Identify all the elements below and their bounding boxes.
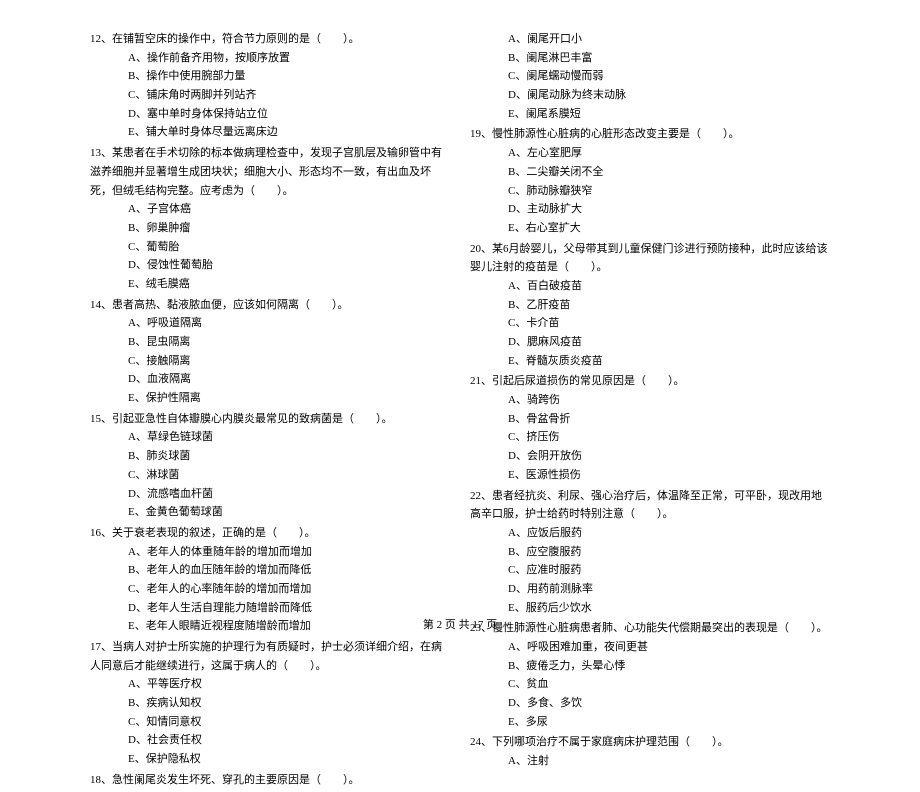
option-e: E、金黄色葡萄球菌 [90,503,450,522]
question-20: 20、某6月龄婴儿，父母带其到儿童保健门诊进行预防接种，此时应该给该婴儿注射的疫… [470,240,830,371]
option-c: C、卡介苗 [470,314,830,333]
question-title: 22、患者经抗炎、利尿、强心治疗后，体温降至正常，可平卧，现改用地高辛口服，护士… [470,487,830,524]
option-e: E、铺大单时身体尽量远离床边 [90,123,450,142]
option-d: D、塞中单时身体保持站立位 [90,105,450,124]
option-a: A、老年人的体重随年龄的增加而增加 [90,543,450,562]
option-d: D、流感嗜血杆菌 [90,485,450,504]
option-b: B、骨盆骨折 [470,410,830,429]
option-b: B、二尖瓣关闭不全 [470,163,830,182]
question-24: 24、下列哪项治疗不属于家庭病床护理范围（ ）。 A、注射 [470,733,830,770]
question-title: 20、某6月龄婴儿，父母带其到儿童保健门诊进行预防接种，此时应该给该婴儿注射的疫… [470,240,830,277]
option-c: C、老年人的心率随年龄的增加而增加 [90,580,450,599]
option-e: E、绒毛膜癌 [90,275,450,294]
question-title: 21、引起后尿道损伤的常见原因是（ ）。 [470,372,830,391]
option-e: E、保护隐私权 [90,750,450,769]
question-15: 15、引起亚急性自体瓣膜心内膜炎最常见的致病菌是（ ）。 A、草绿色链球菌 B、… [90,410,450,522]
option-d: D、腮麻风疫苗 [470,333,830,352]
question-21: 21、引起后尿道损伤的常见原因是（ ）。 A、骑跨伤 B、骨盆骨折 C、挤压伤 … [470,372,830,484]
option-e: E、多尿 [470,713,830,732]
page-container: 12、在铺暂空床的操作中，符合节力原则的是（ ）。 A、操作前备齐用物，按顺序放… [0,0,920,792]
option-c: C、铺床角时两脚并列站齐 [90,86,450,105]
option-a: A、草绿色链球菌 [90,428,450,447]
option-d: D、主动脉扩大 [470,200,830,219]
option-a: A、骑跨伤 [470,391,830,410]
option-c: C、肺动脉瓣狭窄 [470,182,830,201]
option-a: A、左心室肥厚 [470,144,830,163]
option-b: B、疲倦乏力，头晕心悸 [470,657,830,676]
option-c: C、阑尾蠕动慢而弱 [470,67,830,86]
option-b: B、乙肝疫苗 [470,296,830,315]
option-a: A、呼吸道隔离 [90,314,450,333]
option-d: D、阑尾动脉为终末动脉 [470,86,830,105]
option-e: E、阑尾系膜短 [470,105,830,124]
question-19: 19、慢性肺源性心脏病的心脏形态改变主要是（ ）。 A、左心室肥厚 B、二尖瓣关… [470,125,830,237]
question-23: 23、慢性肺源性心脏病患者肺、心功能失代偿期最突出的表现是（ ）。 A、呼吸困难… [470,619,830,731]
option-a: A、注射 [470,752,830,771]
question-title: 19、慢性肺源性心脏病的心脏形态改变主要是（ ）。 [470,125,830,144]
question-title: 13、某患者在手术切除的标本做病理检查中，发现子宫肌层及输卵管中有滋养细胞并显著… [90,144,450,200]
option-b: B、阑尾淋巴丰富 [470,49,830,68]
page-footer: 第 2 页 共 17 页 [0,616,920,632]
option-c: C、挤压伤 [470,428,830,447]
option-c: C、葡萄胎 [90,238,450,257]
option-d: D、血液隔离 [90,370,450,389]
option-d: D、老年人生活自理能力随增龄而降低 [90,599,450,618]
option-c: C、贫血 [470,675,830,694]
option-e: E、脊髓灰质炎疫苗 [470,352,830,371]
question-title: 17、当病人对护士所实施的护理行为有质疑时，护士必须详细介绍，在病人同意后才能继… [90,638,450,675]
option-a: A、应饭后服药 [470,524,830,543]
question-14: 14、患者高热、黏液脓血便，应该如何隔离（ ）。 A、呼吸道隔离 B、昆虫隔离 … [90,296,450,408]
option-c: C、接触隔离 [90,352,450,371]
option-a: A、子宫体癌 [90,200,450,219]
question-22: 22、患者经抗炎、利尿、强心治疗后，体温降至正常，可平卧，现改用地高辛口服，护士… [470,487,830,618]
option-b: B、昆虫隔离 [90,333,450,352]
option-b: B、老年人的血压随年龄的增加而降低 [90,561,450,580]
option-d: D、用药前测脉率 [470,580,830,599]
option-d: D、多食、多饮 [470,694,830,713]
option-e: E、右心室扩大 [470,219,830,238]
option-b: B、疾病认知权 [90,694,450,713]
option-c: C、应准时服药 [470,561,830,580]
option-e: E、医源性损伤 [470,466,830,485]
option-b: B、应空腹服药 [470,543,830,562]
right-column: A、阑尾开口小 B、阑尾淋巴丰富 C、阑尾蠕动慢而弱 D、阑尾动脉为终末动脉 E… [470,30,830,792]
option-b: B、卵巢肿瘤 [90,219,450,238]
option-c: C、知情同意权 [90,713,450,732]
question-13: 13、某患者在手术切除的标本做病理检查中，发现子宫肌层及输卵管中有滋养细胞并显著… [90,144,450,294]
question-12: 12、在铺暂空床的操作中，符合节力原则的是（ ）。 A、操作前备齐用物，按顺序放… [90,30,450,142]
question-title: 16、关于衰老表现的叙述，正确的是（ ）。 [90,524,450,543]
option-a: A、百白破疫苗 [470,277,830,296]
question-title: 15、引起亚急性自体瓣膜心内膜炎最常见的致病菌是（ ）。 [90,410,450,429]
option-e: E、服药后少饮水 [470,599,830,618]
question-17: 17、当病人对护士所实施的护理行为有质疑时，护士必须详细介绍，在病人同意后才能继… [90,638,450,769]
question-title: 12、在铺暂空床的操作中，符合节力原则的是（ ）。 [90,30,450,49]
option-e: E、保护性隔离 [90,389,450,408]
option-b: B、操作中使用腕部力量 [90,67,450,86]
option-d: D、会阴开放伤 [470,447,830,466]
question-title: 18、急性阑尾炎发生坏死、穿孔的主要原因是（ ）。 [90,771,450,790]
option-c: C、淋球菌 [90,466,450,485]
option-a: A、平等医疗权 [90,675,450,694]
question-title: 14、患者高热、黏液脓血便，应该如何隔离（ ）。 [90,296,450,315]
option-a: A、操作前备齐用物，按顺序放置 [90,49,450,68]
option-a: A、阑尾开口小 [470,30,830,49]
question-title: 24、下列哪项治疗不属于家庭病床护理范围（ ）。 [470,733,830,752]
option-b: B、肺炎球菌 [90,447,450,466]
question-18-options: A、阑尾开口小 B、阑尾淋巴丰富 C、阑尾蠕动慢而弱 D、阑尾动脉为终末动脉 E… [470,30,830,123]
option-d: D、侵蚀性葡萄胎 [90,256,450,275]
option-a: A、呼吸困难加重，夜间更甚 [470,638,830,657]
option-d: D、社会责任权 [90,731,450,750]
left-column: 12、在铺暂空床的操作中，符合节力原则的是（ ）。 A、操作前备齐用物，按顺序放… [90,30,450,792]
question-18: 18、急性阑尾炎发生坏死、穿孔的主要原因是（ ）。 [90,771,450,790]
